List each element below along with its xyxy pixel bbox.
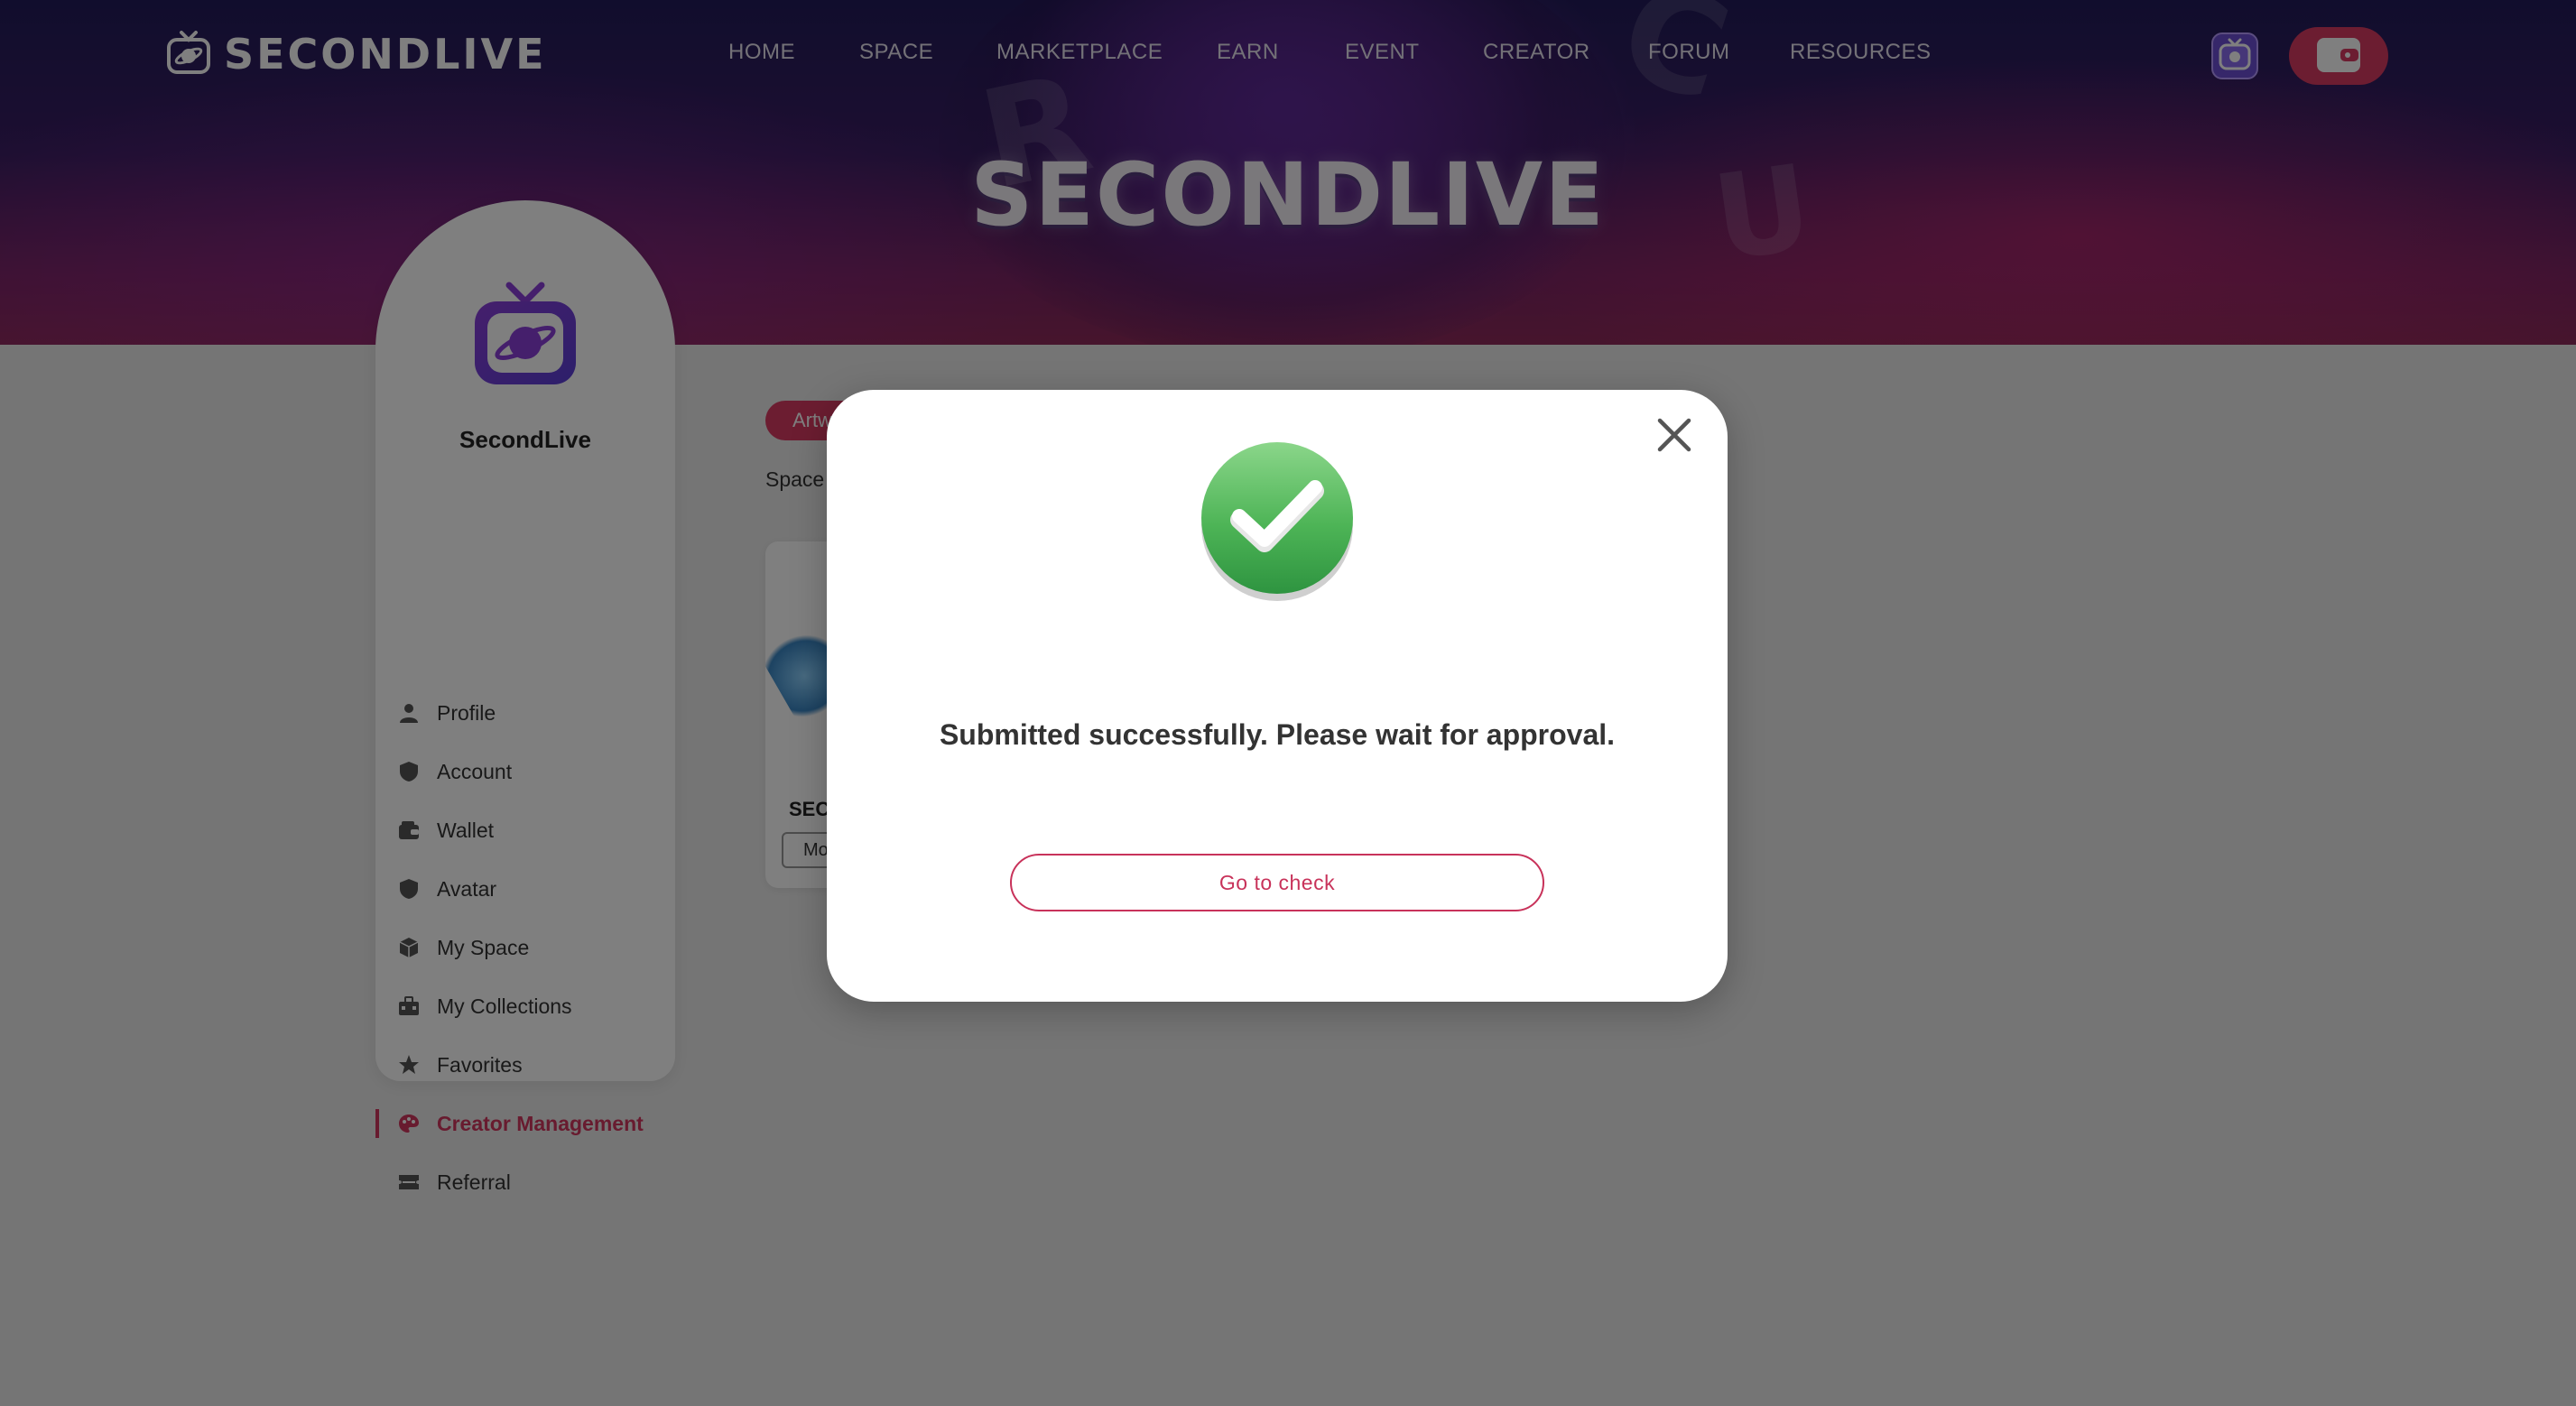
go-to-check-button[interactable]: Go to check (1010, 854, 1544, 911)
success-dialog: Submitted successfully. Please wait for … (827, 390, 1728, 1002)
check-circle-icon (1200, 440, 1355, 605)
close-button[interactable] (1652, 413, 1697, 458)
close-icon (1656, 417, 1692, 456)
success-message: Submitted successfully. Please wait for … (939, 718, 1616, 751)
